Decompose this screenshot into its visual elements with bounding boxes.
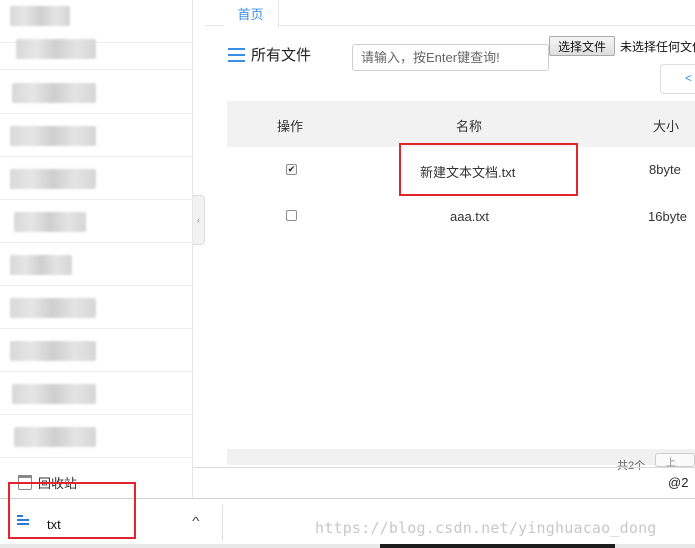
toolbar-small-button[interactable]: < bbox=[660, 64, 695, 94]
column-header-name[interactable]: 名称 bbox=[456, 116, 482, 135]
sidebar-item[interactable] bbox=[0, 27, 193, 70]
sidebar-item[interactable] bbox=[0, 243, 193, 286]
chevron-up-icon[interactable]: ^ bbox=[192, 514, 199, 528]
sidebar-item[interactable] bbox=[0, 329, 193, 372]
column-header-action: 操作 bbox=[277, 119, 304, 134]
footer-text: @2 bbox=[668, 475, 689, 490]
divider bbox=[222, 505, 223, 541]
sidebar-item[interactable] bbox=[0, 286, 193, 329]
sidebar-item[interactable] bbox=[0, 114, 193, 157]
annotation-highlight-file bbox=[399, 143, 578, 196]
column-header-size[interactable]: 大小 bbox=[653, 116, 679, 135]
sidebar-collapse-handle[interactable]: ‹ bbox=[193, 195, 205, 245]
search-input[interactable] bbox=[352, 44, 549, 71]
watermark: https://blog.csdn.net/yinghuacao_dong bbox=[315, 519, 657, 537]
sidebar-item[interactable] bbox=[0, 200, 193, 243]
tab-bar: 首页 bbox=[205, 0, 695, 27]
divider bbox=[193, 467, 695, 468]
row-checkbox[interactable] bbox=[286, 210, 297, 221]
sidebar-item[interactable] bbox=[0, 71, 193, 114]
file-name[interactable]: aaa.txt bbox=[450, 209, 489, 224]
choose-file-button[interactable]: 选择文件 bbox=[549, 36, 615, 56]
annotation-highlight-download bbox=[8, 482, 136, 539]
row-checkbox[interactable]: ✔ bbox=[286, 164, 297, 175]
section-title-label: 所有文件 bbox=[251, 47, 312, 64]
tab-home[interactable]: 首页 bbox=[223, 0, 279, 27]
section-title: 所有文件 bbox=[228, 44, 311, 65]
table-header: 操作 名称 大小 bbox=[227, 101, 695, 147]
item-count: 共2个 bbox=[617, 460, 646, 472]
list-icon bbox=[228, 47, 245, 62]
bottom-strip bbox=[0, 544, 695, 548]
sidebar-item[interactable] bbox=[0, 372, 193, 415]
sidebar: 回收站 bbox=[0, 0, 193, 498]
file-size: 16byte bbox=[648, 209, 688, 224]
table-row[interactable]: aaa.txt 16byte bbox=[227, 193, 695, 239]
sidebar-item[interactable] bbox=[0, 157, 193, 200]
pager-prev-button[interactable]: 上 bbox=[655, 453, 695, 469]
no-file-chosen-label: 未选择任何文件 bbox=[620, 40, 695, 54]
file-size: 8byte bbox=[649, 162, 681, 177]
sidebar-item[interactable] bbox=[0, 415, 193, 458]
